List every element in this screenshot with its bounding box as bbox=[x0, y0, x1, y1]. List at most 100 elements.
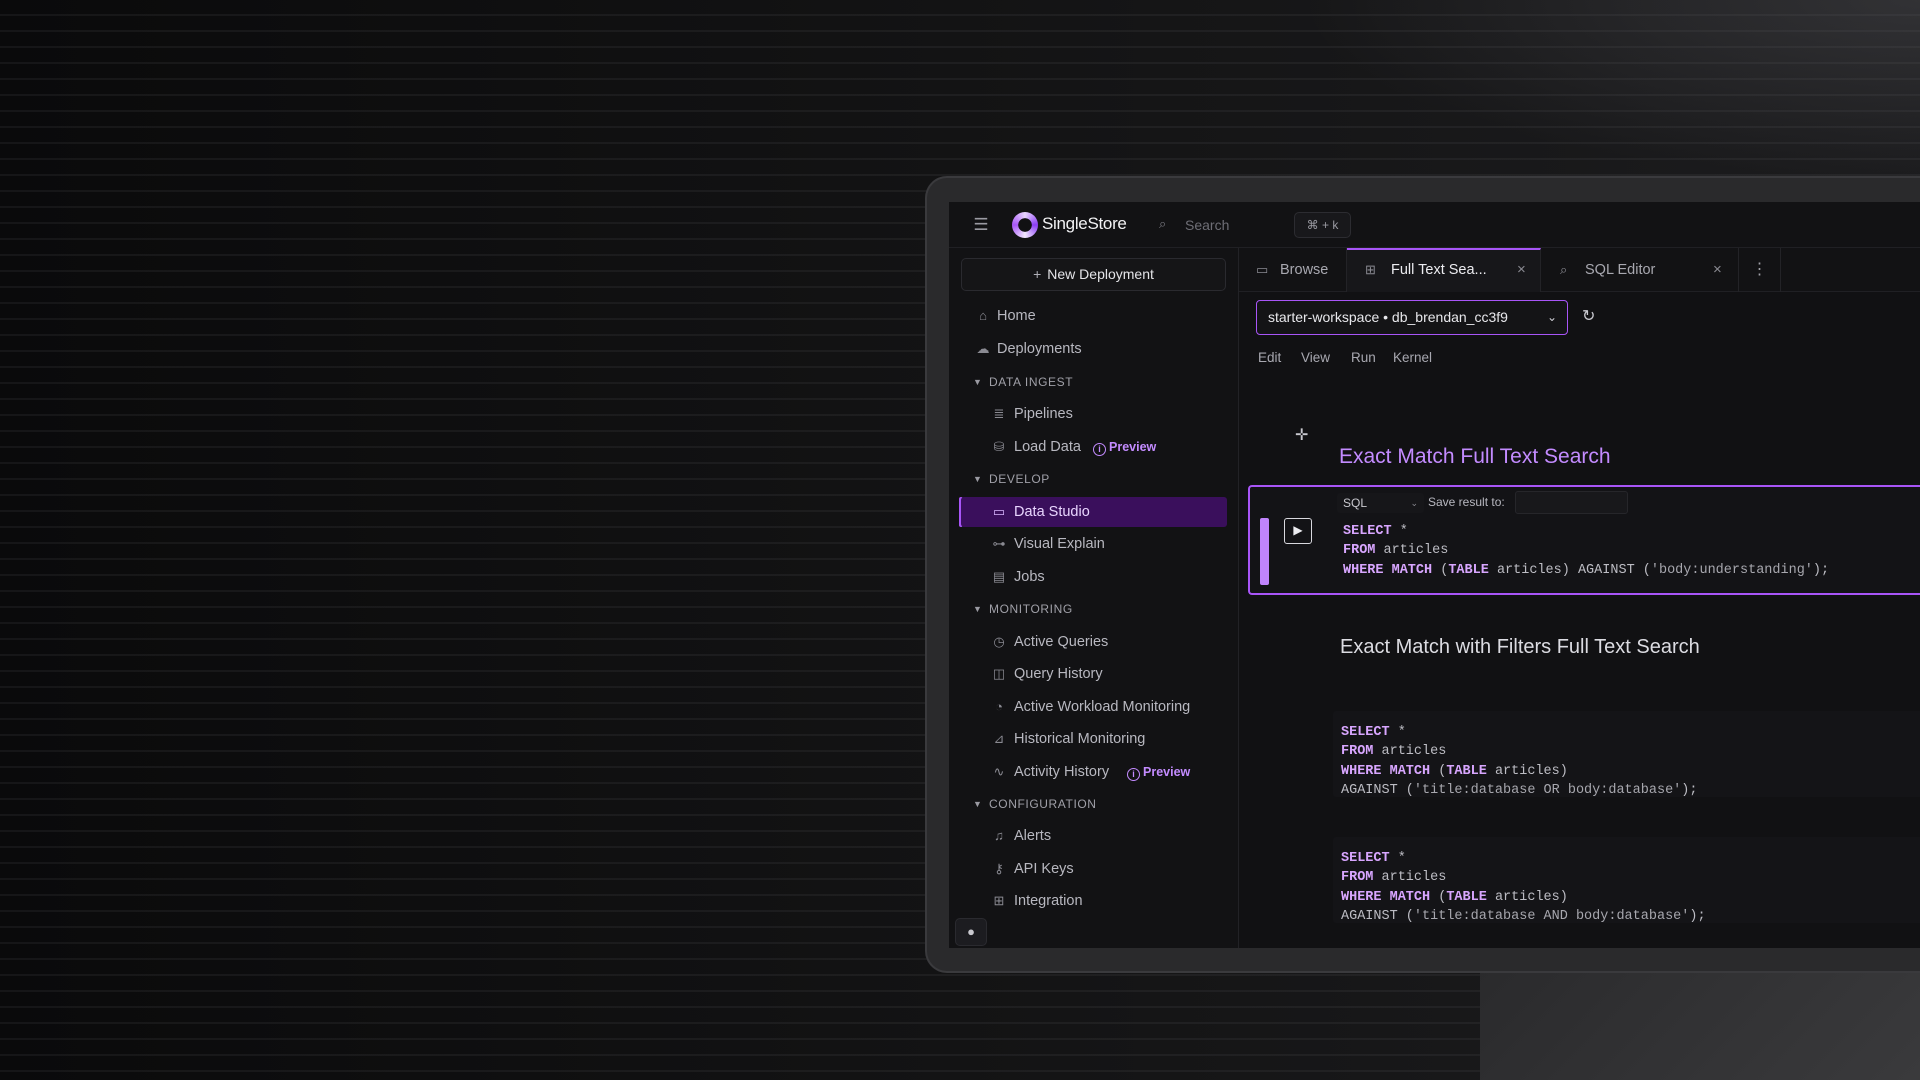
sidebar-item-jobs[interactable]: ▤ Jobs bbox=[949, 562, 1239, 592]
sql-keyword: SELECT bbox=[1343, 524, 1392, 539]
new-deployment-button[interactable]: + New Deployment bbox=[961, 258, 1226, 291]
sql-text: articles) bbox=[1486, 889, 1568, 905]
workspace-selector[interactable]: starter-workspace • db_brendan_cc3f9 ⌄ bbox=[1256, 300, 1568, 335]
sql-string: 'title:database AND body:database' bbox=[1413, 908, 1690, 924]
sidebar-item-home[interactable]: ⌂ Home bbox=[949, 301, 1239, 331]
sql-string: 'title:database OR body:database' bbox=[1413, 782, 1682, 798]
grid-icon: ⊞ bbox=[993, 893, 1005, 908]
section-title: DEVELOP bbox=[989, 472, 1050, 486]
section-monitoring[interactable]: ▼ MONITORING bbox=[949, 597, 1239, 621]
sql-keyword: WHERE MATCH bbox=[1341, 889, 1431, 905]
sidebar-item-label: Home bbox=[997, 308, 1036, 324]
close-icon[interactable]: × bbox=[1517, 248, 1526, 292]
sidebar-item-visual-explain[interactable]: ⊶ Visual Explain bbox=[949, 529, 1239, 559]
run-cell-button[interactable]: ▶ bbox=[1284, 518, 1312, 544]
sql-text: articles) bbox=[1486, 763, 1568, 779]
sidebar-item-label: Jobs bbox=[1014, 569, 1045, 585]
code-line: FROM articles bbox=[1343, 541, 1829, 560]
chevron-down-icon: ⌄ bbox=[1410, 498, 1418, 508]
search-icon: ⌕ bbox=[1159, 216, 1167, 231]
calendar-icon: ▤ bbox=[992, 569, 1006, 584]
menu-view[interactable]: View bbox=[1301, 350, 1330, 365]
caret-down-icon: ▼ bbox=[973, 474, 983, 484]
clock-icon: ◷ bbox=[993, 634, 1005, 649]
caret-down-icon: ▼ bbox=[973, 604, 983, 614]
code-editor[interactable]: SELECT * FROM articles WHERE MATCH (TABLE … bbox=[1341, 723, 1697, 800]
tab-label: SQL Editor bbox=[1585, 262, 1656, 278]
sidebar: + New Deployment ⌂ Home ☁ Deployments ▼ D… bbox=[949, 248, 1239, 948]
section-configuration[interactable]: ▼ CONFIGURATION bbox=[949, 792, 1239, 816]
sql-keyword: TABLE bbox=[1446, 889, 1487, 905]
more-options-icon[interactable]: ⋮ bbox=[1739, 248, 1781, 292]
code-cell[interactable]: SELECT * FROM articles WHERE MATCH (TABLE … bbox=[1333, 837, 1920, 926]
sql-text: articles) AGAINST ( bbox=[1488, 562, 1651, 578]
search-shortcut: ⌘ + k bbox=[1294, 212, 1351, 238]
sidebar-item-label: API Keys bbox=[1014, 861, 1074, 877]
history-icon: ◫ bbox=[992, 666, 1006, 681]
caret-down-icon: ▼ bbox=[973, 799, 983, 809]
code-editor[interactable]: SELECT * FROM articles WHERE MATCH (TABLE … bbox=[1343, 522, 1829, 580]
browse-icon: ▭ bbox=[1256, 262, 1269, 277]
sidebar-item-activity-history[interactable]: ∿ Activity History i Preview bbox=[949, 757, 1239, 787]
sql-keyword: SELECT bbox=[1341, 725, 1390, 740]
sql-keyword: TABLE bbox=[1446, 763, 1487, 779]
menu-edit[interactable]: Edit bbox=[1258, 350, 1281, 365]
bell-icon: ♫ bbox=[994, 828, 1004, 843]
sql-text: AGAINST ( bbox=[1341, 782, 1414, 798]
sidebar-item-integration[interactable]: ⊞ Integration bbox=[949, 886, 1239, 916]
menu-kernel[interactable]: Kernel bbox=[1393, 350, 1432, 365]
preview-badge-label: Preview bbox=[1143, 765, 1191, 779]
top-bar: ☰ SingleStore ⌕ Search ⌘ + k bbox=[949, 202, 1920, 248]
tab-browse[interactable]: ▭ Browse bbox=[1239, 248, 1347, 292]
sql-text: articles bbox=[1373, 870, 1447, 886]
sidebar-item-api-keys[interactable]: ⚷ API Keys bbox=[949, 854, 1239, 884]
sidebar-item-deployments[interactable]: ☁ Deployments bbox=[949, 334, 1239, 364]
close-icon[interactable]: × bbox=[1713, 248, 1722, 292]
cloud-icon: ☁ bbox=[976, 341, 990, 356]
section-data-ingest[interactable]: ▼ DATA INGEST bbox=[949, 370, 1239, 394]
active-code-cell[interactable]: ▶ SQL ⌄ Save result to: SELECT * FROM art… bbox=[1248, 485, 1920, 595]
hamburger-menu-icon[interactable]: ☰ bbox=[971, 213, 991, 237]
preview-badge-label: Preview bbox=[1109, 440, 1157, 454]
tab-sql-editor[interactable]: ⌕ SQL Editor × bbox=[1541, 248, 1739, 292]
new-deployment-label: New Deployment bbox=[1047, 266, 1154, 282]
cookie-settings-icon[interactable]: ● bbox=[955, 918, 987, 946]
sidebar-item-alerts[interactable]: ♫ Alerts bbox=[949, 821, 1239, 851]
sql-keyword: FROM bbox=[1343, 543, 1376, 559]
sidebar-item-active-queries[interactable]: ◷ Active Queries bbox=[949, 627, 1239, 657]
refresh-icon[interactable]: ↻ bbox=[1582, 306, 1595, 326]
save-result-input[interactable] bbox=[1515, 491, 1628, 514]
sidebar-item-label: Alerts bbox=[1014, 828, 1052, 844]
notebook-heading: Exact Match with Filters Full Text Searc… bbox=[1340, 636, 1700, 658]
add-cell-icon[interactable]: ✛ bbox=[1295, 425, 1308, 445]
code-line: SELECT * bbox=[1341, 849, 1706, 868]
sidebar-item-historical-monitoring[interactable]: ⊿ Historical Monitoring bbox=[949, 724, 1239, 754]
sidebar-item-pipelines[interactable]: ≣ Pipelines bbox=[949, 399, 1239, 429]
preview-badge: i Preview bbox=[1093, 432, 1156, 462]
logo-text: SingleStore bbox=[1042, 214, 1127, 233]
notebook-icon: ⊞ bbox=[1365, 262, 1376, 277]
cell-active-indicator bbox=[1260, 518, 1269, 585]
info-icon: i bbox=[1127, 768, 1140, 781]
key-icon: ⚷ bbox=[994, 861, 1004, 876]
section-develop[interactable]: ▼ DEVELOP bbox=[949, 467, 1239, 491]
tab-full-text-search[interactable]: ⊞ Full Text Sea... × bbox=[1347, 248, 1541, 292]
singlestore-logo-icon bbox=[1012, 212, 1038, 238]
search-input[interactable]: ⌕ Search ⌘ + k bbox=[1149, 210, 1352, 240]
menu-run[interactable]: Run bbox=[1351, 350, 1376, 365]
sidebar-item-active-workload-monitoring[interactable]: ◔ Active Workload Monitoring bbox=[949, 692, 1239, 722]
search-placeholder: Search bbox=[1185, 217, 1230, 233]
sql-text: * bbox=[1389, 725, 1406, 740]
sidebar-item-label: Query History bbox=[1014, 666, 1103, 682]
code-line: AGAINST ('title:database OR body:databas… bbox=[1341, 781, 1697, 800]
sidebar-item-query-history[interactable]: ◫ Query History bbox=[949, 659, 1239, 689]
sidebar-item-label: Historical Monitoring bbox=[1014, 731, 1146, 747]
sidebar-item-label: Data Studio bbox=[1014, 504, 1090, 520]
sidebar-item-data-studio[interactable]: ▭ Data Studio bbox=[961, 497, 1227, 527]
cell-language-select[interactable]: SQL ⌄ bbox=[1337, 493, 1424, 513]
tab-label: Full Text Sea... bbox=[1391, 262, 1487, 278]
code-line: FROM articles bbox=[1341, 742, 1697, 761]
code-editor[interactable]: SELECT * FROM articles WHERE MATCH (TABLE … bbox=[1341, 849, 1706, 926]
sidebar-item-load-data[interactable]: ⛁ Load Data i Preview bbox=[949, 432, 1239, 462]
code-cell[interactable]: SELECT * FROM articles WHERE MATCH (TABLE … bbox=[1333, 711, 1920, 800]
